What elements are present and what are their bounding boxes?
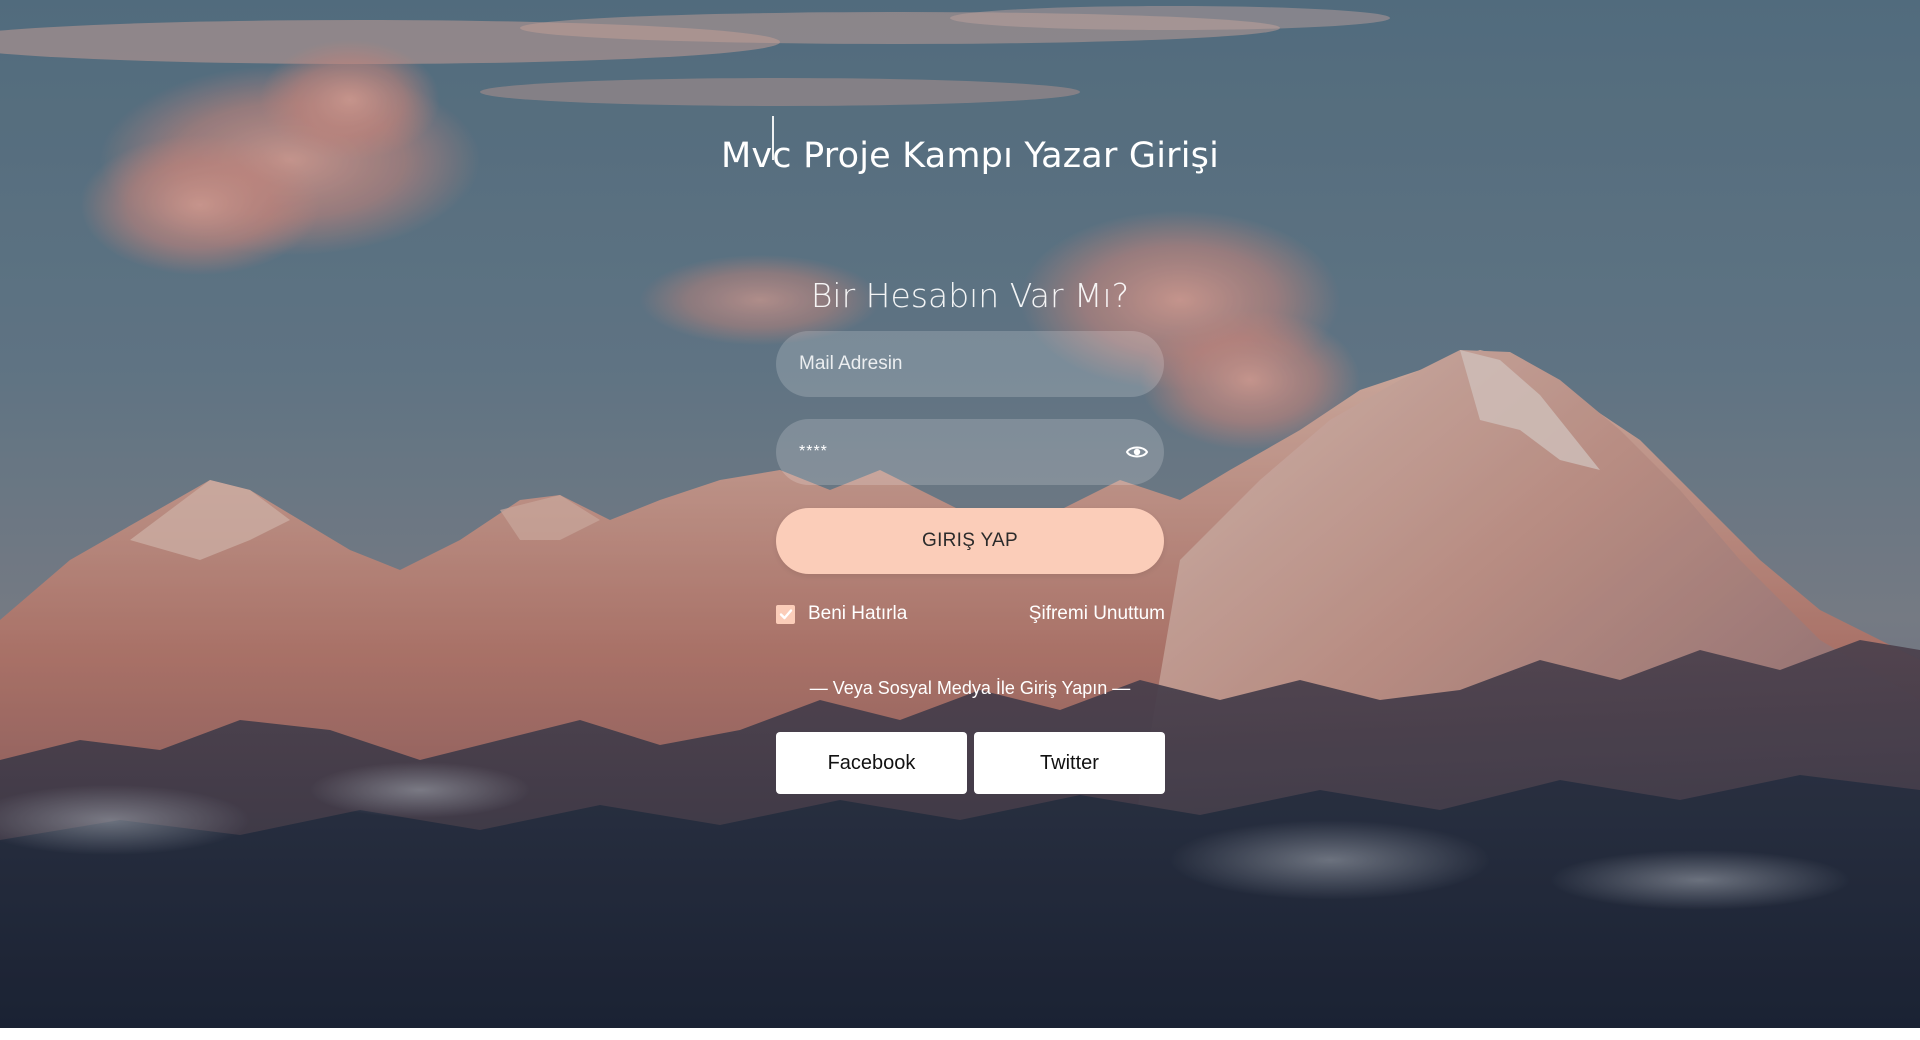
remember-me-checkbox[interactable]: Beni Hatırla xyxy=(776,601,907,627)
email-input[interactable] xyxy=(776,331,1164,397)
eye-icon[interactable] xyxy=(1125,440,1149,464)
twitter-login-button[interactable]: Twitter xyxy=(974,732,1165,794)
forgot-password-link[interactable]: Şifremi Unuttum xyxy=(1029,601,1165,627)
facebook-login-button[interactable]: Facebook xyxy=(776,732,967,794)
password-input[interactable] xyxy=(776,419,1164,485)
login-button[interactable]: GIRIŞ YAP xyxy=(776,508,1164,574)
page-bottom-strip xyxy=(0,1028,1920,1040)
remember-me-label: Beni Hatırla xyxy=(808,603,908,624)
checkbox-checked-icon[interactable] xyxy=(776,604,795,624)
social-login-divider: — Veya Sosyal Medya İle Giriş Yapın — xyxy=(809,678,1131,698)
password-field xyxy=(776,419,1164,485)
login-subtitle: Bir Hesabın Var Mı? xyxy=(810,276,1130,316)
page-title: Mvc Proje Kampı Yazar Girişi xyxy=(721,136,1219,177)
email-field xyxy=(776,331,1164,397)
